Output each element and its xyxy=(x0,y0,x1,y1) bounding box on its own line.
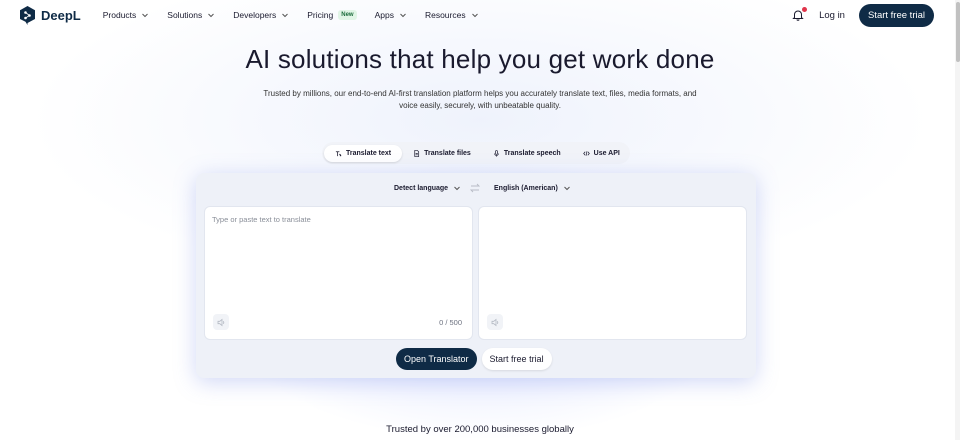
swap-languages-icon[interactable] xyxy=(469,182,481,194)
start-free-trial-button[interactable]: Start free trial xyxy=(858,3,934,27)
deepl-logo-icon xyxy=(20,5,35,25)
target-language-select[interactable]: English (American) xyxy=(494,184,571,192)
file-icon xyxy=(414,149,420,157)
tab-use-api[interactable]: Use API xyxy=(572,145,631,162)
tab-use-api-label: Use API xyxy=(593,149,620,157)
nav-resources-label: Resources xyxy=(424,10,466,20)
translator-actions: Open Translator Start free trial xyxy=(396,348,552,370)
tab-translate-files[interactable]: Translate files xyxy=(402,145,482,162)
login-link[interactable]: Log in xyxy=(819,10,845,21)
target-language-label: English (American) xyxy=(494,184,558,192)
logo[interactable]: DeepL xyxy=(19,5,81,25)
tab-translate-speech[interactable]: Translate speech xyxy=(482,145,572,162)
source-listen-button[interactable] xyxy=(213,314,229,330)
chevron-down-icon xyxy=(563,186,570,191)
chevron-down-icon xyxy=(471,13,478,18)
translator-panel: Detect language English (American) 0 / 5… xyxy=(196,173,756,378)
chevron-down-icon xyxy=(454,186,460,191)
target-text-box xyxy=(478,206,747,340)
chevron-down-icon xyxy=(208,13,215,18)
hero-subtitle: Trusted by millions, our end-to-end AI-f… xyxy=(263,89,697,110)
nav-solutions-label: Solutions xyxy=(167,10,203,20)
new-badge: New xyxy=(338,10,357,20)
source-text-box: 0 / 500 xyxy=(204,206,473,340)
nav-developers-label: Developers xyxy=(233,10,277,20)
scrollbar-thumb[interactable] xyxy=(956,2,960,62)
source-language-select[interactable]: Detect language xyxy=(394,184,461,192)
notification-dot xyxy=(802,7,808,12)
source-text-input[interactable] xyxy=(212,215,462,305)
page-title: AI solutions that help you get work done xyxy=(245,44,715,74)
code-icon xyxy=(582,150,590,156)
tab-translate-text[interactable]: Translate text xyxy=(324,144,403,162)
chevron-down-icon xyxy=(400,13,406,18)
tab-translate-speech-label: Translate speech xyxy=(503,149,561,157)
nav-pricing[interactable]: Pricing New xyxy=(307,10,357,20)
text-icon xyxy=(335,150,342,156)
nav-apps[interactable]: Apps xyxy=(375,10,407,20)
nav-solutions[interactable]: Solutions xyxy=(167,10,215,20)
translate-tabs: Translate text Translate files Translate… xyxy=(322,142,630,164)
nav-products[interactable]: Products xyxy=(103,10,150,20)
target-listen-button[interactable] xyxy=(487,314,503,330)
open-translator-button[interactable]: Open Translator xyxy=(396,348,477,370)
nav-right: Log in Start free trial xyxy=(791,3,934,27)
page-scrollbar[interactable] xyxy=(955,0,960,440)
trusted-by-text: Trusted by over 200,000 businesses globa… xyxy=(386,424,574,435)
start-free-trial-panel-button[interactable]: Start free trial xyxy=(481,348,552,370)
tab-translate-files-label: Translate files xyxy=(424,149,471,157)
speaker-icon xyxy=(491,318,498,326)
tab-translate-text-label: Translate text xyxy=(346,149,392,157)
top-nav: DeepL Products Solutions Developers Pric… xyxy=(0,0,960,30)
chevron-down-icon xyxy=(282,13,289,18)
mic-icon xyxy=(494,149,499,157)
nav-apps-label: Apps xyxy=(374,10,394,20)
source-language-label: Detect language xyxy=(394,184,449,192)
speaker-icon xyxy=(217,318,224,326)
character-counter: 0 / 500 xyxy=(439,318,462,327)
logo-text: DeepL xyxy=(41,7,81,23)
nav-developers[interactable]: Developers xyxy=(233,10,289,20)
nav-pricing-label: Pricing xyxy=(307,10,334,20)
nav-products-label: Products xyxy=(102,10,137,20)
language-bar: Detect language English (American) xyxy=(196,182,756,196)
nav-resources[interactable]: Resources xyxy=(425,10,479,20)
notifications-button[interactable] xyxy=(791,7,808,22)
chevron-down-icon xyxy=(142,13,149,18)
